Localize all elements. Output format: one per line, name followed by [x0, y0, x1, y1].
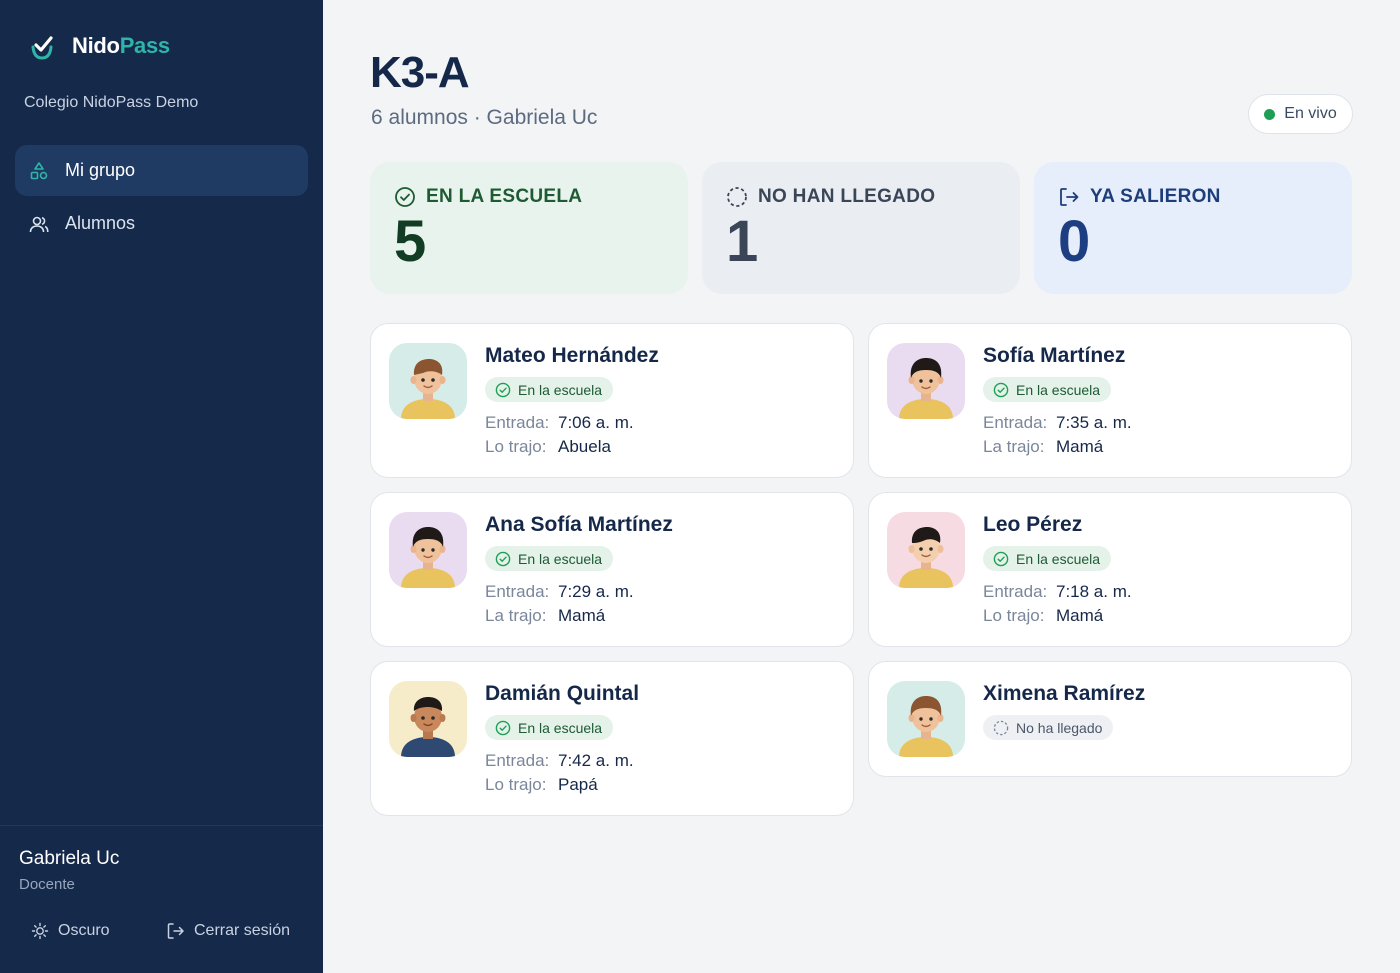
- stat-label: NO HAN LLEGADO: [758, 186, 936, 207]
- stat-label: YA SALIERON: [1090, 186, 1221, 207]
- stat-value: 5: [394, 209, 427, 274]
- theme-toggle-button[interactable]: Oscuro: [31, 922, 110, 940]
- sidebar-item-alumnos[interactable]: Alumnos: [15, 198, 308, 249]
- student-name: Ximena Ramírez: [983, 682, 1146, 705]
- school-name: Colegio NidoPass Demo: [24, 94, 199, 111]
- check-circle-icon: [993, 382, 1009, 397]
- student-card[interactable]: Sofía Martínez En la escuela Entrada: 7:3…: [868, 323, 1352, 478]
- student-card[interactable]: Ximena Ramírez No ha llegado: [868, 661, 1352, 777]
- stat-not-arrived: NO HAN LLEGADO 1: [702, 162, 1020, 294]
- status-badge: En la escuela: [485, 715, 614, 740]
- entry-row: Entrada: 7:06 a. m.: [485, 413, 634, 432]
- entry-row: Entrada: 7:29 a. m.: [485, 582, 634, 601]
- avatar: [887, 343, 965, 419]
- sidebar-footer: Gabriela Uc Docente Oscuro Cerrar sesión: [0, 825, 323, 973]
- student-card[interactable]: Mateo Hernández En la escuela Entrada: 7:…: [370, 323, 854, 478]
- live-status-badge: En vivo: [1248, 94, 1353, 134]
- brought-row: Lo trajo: Abuela: [485, 437, 611, 456]
- user-name: Gabriela Uc: [19, 848, 120, 869]
- brought-by: Mamá: [1056, 606, 1104, 625]
- logout-button[interactable]: Cerrar sesión: [166, 922, 290, 940]
- student-card[interactable]: Damián Quintal En la escuela Entrada: 7:4…: [370, 661, 854, 816]
- stat-at-school: EN LA ESCUELA 5: [370, 162, 688, 294]
- stat-value: 0: [1058, 209, 1091, 274]
- theme-label: Oscuro: [58, 922, 110, 939]
- logout-label: Cerrar sesión: [194, 922, 291, 939]
- dashed-circle-icon: [993, 720, 1009, 735]
- student-name: Mateo Hernández: [485, 344, 659, 367]
- status-badge: No ha llegado: [983, 715, 1114, 740]
- status-label: En la escuela: [1016, 381, 1101, 398]
- brought-by: Mamá: [1056, 437, 1104, 456]
- page-title: K3-A: [370, 48, 470, 97]
- user-role: Docente: [19, 876, 75, 893]
- checkmark-logo-icon: [31, 36, 53, 60]
- page-subtitle: 6 alumnos · Gabriela Uc: [371, 106, 598, 129]
- status-label: En la escuela: [518, 719, 603, 736]
- status-label: En la escuela: [518, 381, 603, 398]
- sidebar-item-label: Mi grupo: [65, 160, 136, 180]
- brought-by: Abuela: [558, 437, 611, 456]
- status-badge: En la escuela: [983, 546, 1112, 571]
- brought-row: Lo trajo: Mamá: [983, 606, 1104, 625]
- entry-row: Entrada: 7:42 a. m.: [485, 751, 634, 770]
- logout-icon: [167, 923, 184, 939]
- sidebar-item-mi-grupo[interactable]: Mi grupo: [15, 145, 308, 196]
- brought-row: Lo trajo: Papá: [485, 775, 598, 794]
- status-badge: En la escuela: [485, 546, 614, 571]
- brought-by: Mamá: [558, 606, 606, 625]
- status-badge: En la escuela: [485, 377, 614, 402]
- users-icon: [29, 216, 49, 232]
- shapes-icon: [30, 161, 48, 179]
- avatar: [887, 681, 965, 757]
- brought-by: Papá: [558, 775, 598, 794]
- student-name: Ana Sofía Martínez: [485, 513, 673, 536]
- entry-time: 7:42 a. m.: [558, 751, 634, 770]
- entry-row: Entrada: 7:18 a. m.: [983, 582, 1132, 601]
- stat-value: 1: [726, 209, 759, 274]
- check-circle-icon: [395, 187, 415, 207]
- status-label: En la escuela: [518, 550, 603, 567]
- status-label: En la escuela: [1016, 550, 1101, 567]
- status-badge: En la escuela: [983, 377, 1112, 402]
- stat-left: YA SALIERON 0: [1034, 162, 1352, 294]
- entry-row: Entrada: 7:35 a. m.: [983, 413, 1132, 432]
- check-circle-icon: [495, 382, 511, 397]
- entry-time: 7:18 a. m.: [1056, 582, 1132, 601]
- brought-row: La trajo: Mamá: [485, 606, 606, 625]
- brand-name: NidoPass: [72, 33, 170, 58]
- student-name: Leo Pérez: [983, 513, 1083, 536]
- logout-arrow-icon: [1060, 188, 1079, 206]
- live-dot-icon: [1264, 108, 1276, 120]
- check-circle-icon: [495, 720, 511, 735]
- avatar: [887, 512, 965, 588]
- avatar: [389, 681, 467, 757]
- student-name: Sofía Martínez: [983, 344, 1126, 367]
- live-label: En vivo: [1284, 105, 1337, 122]
- dashed-circle-icon: [727, 187, 747, 207]
- sidebar: NidoPass Colegio NidoPass Demo Mi grupo …: [0, 0, 323, 973]
- check-circle-icon: [495, 551, 511, 566]
- avatar: [389, 512, 467, 588]
- sidebar-nav: Mi grupo Alumnos: [15, 145, 308, 251]
- student-card[interactable]: Ana Sofía Martínez En la escuela Entrada…: [370, 492, 854, 647]
- entry-time: 7:29 a. m.: [558, 582, 634, 601]
- entry-time: 7:35 a. m.: [1056, 413, 1132, 432]
- status-label: No ha llegado: [1016, 719, 1103, 736]
- avatar: [389, 343, 467, 419]
- sidebar-item-label: Alumnos: [65, 213, 136, 233]
- stat-label: EN LA ESCUELA: [426, 186, 583, 207]
- check-circle-icon: [993, 551, 1009, 566]
- entry-time: 7:06 a. m.: [558, 413, 634, 432]
- brand-logo[interactable]: NidoPass: [28, 32, 170, 60]
- student-card[interactable]: Leo Pérez En la escuela Entrada: 7:18 a. …: [868, 492, 1352, 647]
- brought-row: La trajo: Mamá: [983, 437, 1104, 456]
- student-name: Damián Quintal: [485, 682, 640, 705]
- sun-icon: [31, 922, 49, 940]
